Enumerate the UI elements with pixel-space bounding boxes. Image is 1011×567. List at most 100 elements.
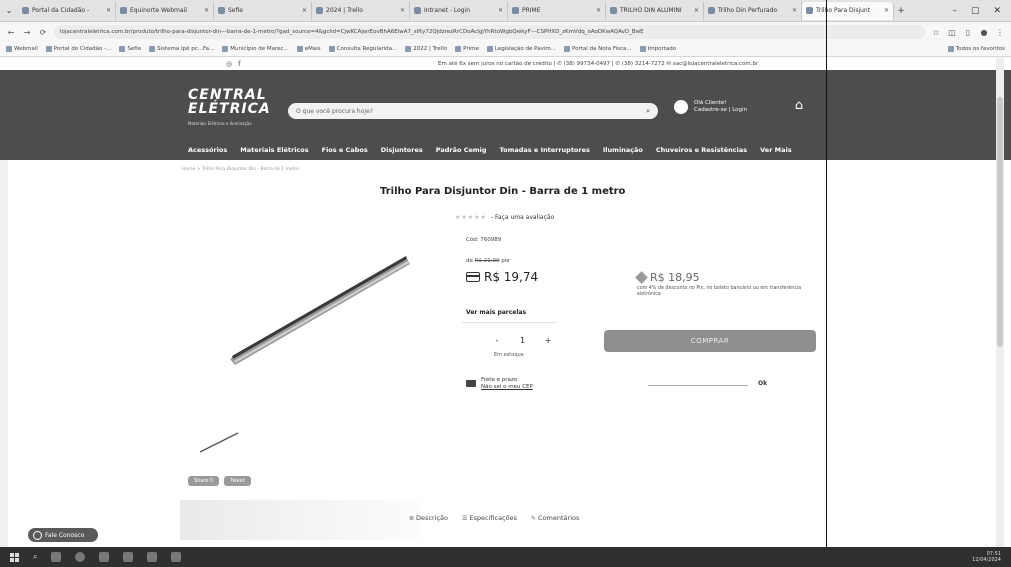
tab-close-icon[interactable]: ✕ [106, 7, 111, 14]
account-links[interactable]: Cadastre-se | Login [694, 107, 747, 114]
all-bookmarks[interactable]: Todos os favoritos [947, 46, 1005, 52]
search-icon[interactable]: ⌕ [646, 107, 650, 116]
quantity-value[interactable]: 1 [520, 336, 525, 345]
tab-close-icon[interactable]: ✕ [498, 7, 503, 14]
page-scrollbar[interactable] [996, 57, 1004, 547]
bookmark-item[interactable]: Legislação de Pavim... [486, 46, 556, 52]
forward-icon[interactable]: → [22, 28, 32, 37]
browser-tab[interactable]: Sefie ✕ [214, 1, 312, 20]
product-thumbnail[interactable] [198, 430, 240, 456]
category-item[interactable]: Iluminação [603, 146, 643, 154]
specifications-icon: ☰ [462, 514, 468, 522]
unknown-cep-link[interactable]: Não sei o meu CEP [481, 384, 533, 391]
facebook-share-button[interactable]: Share 0 [188, 476, 220, 486]
browser-tab[interactable]: Trilho Din Perfurado ✕ [704, 1, 802, 20]
reload-icon[interactable]: ⟳ [38, 28, 48, 37]
more-installments-link[interactable]: Ver mais parcelas [466, 309, 526, 316]
menu-icon[interactable]: ⋮ [995, 28, 1005, 37]
category-item[interactable]: Disjuntores [381, 146, 423, 154]
facebook-icon[interactable]: f [238, 60, 240, 68]
search-input[interactable]: O que você procura hoje? ⌕ [288, 103, 658, 119]
quantity-minus-button[interactable]: - [492, 336, 502, 345]
blurred-banner [180, 500, 420, 540]
account-greeting: Olá Cliente! [694, 100, 727, 106]
app-icon[interactable] [123, 552, 134, 562]
credit-card-icon [466, 272, 480, 282]
tab-close-icon[interactable]: ✕ [792, 7, 797, 14]
task-view-icon[interactable] [51, 552, 62, 562]
search-icon[interactable]: ⌕ [33, 552, 37, 562]
app-icon[interactable] [171, 552, 182, 562]
bookmark-icon [486, 46, 493, 52]
browser-tab[interactable]: PRIME ✕ [508, 1, 606, 20]
tab-close-icon[interactable]: ✕ [884, 7, 889, 14]
back-icon[interactable]: ← [6, 28, 16, 37]
bookmark-item[interactable]: Portal da Nota Fisca... [563, 46, 632, 52]
site-logo[interactable]: CENTRAL ELÉTRICA Materiais Elétricos e I… [188, 88, 271, 131]
category-item[interactable]: Materiais Elétricos [240, 146, 308, 154]
category-item[interactable]: Padrão Cemig [436, 146, 487, 154]
cep-ok-button[interactable]: Ok [758, 380, 767, 387]
buy-button[interactable]: COMPRAR [604, 330, 816, 352]
profile-icon[interactable]: ● [979, 28, 989, 37]
quantity-plus-button[interactable]: + [543, 336, 553, 345]
extensions-icon[interactable]: ◫ [947, 28, 957, 37]
system-clock[interactable]: 07:51 12/04/2024 [972, 551, 1001, 563]
bookmark-item[interactable]: Portal do Cidadão -... [45, 46, 111, 52]
app-icon[interactable] [147, 552, 158, 562]
tab-close-icon[interactable]: ✕ [204, 7, 209, 14]
instagram-icon[interactable]: ◎ [226, 60, 232, 68]
tab-search-icon[interactable]: ⌄ [0, 6, 18, 15]
sidepanel-icon[interactable]: ▯ [963, 28, 973, 37]
close-window-icon[interactable]: ✕ [993, 6, 1001, 16]
tab-favicon-icon [610, 7, 617, 14]
browser-tab[interactable]: TRILHO DIN ALUMÍNI ✕ [606, 1, 704, 20]
divider [462, 322, 557, 323]
browser-tab[interactable]: Portal da Cidadão - ✕ [18, 1, 116, 20]
rating-stars-icon: ★★★★★ [455, 214, 487, 221]
bookmark-item[interactable]: Sistema Ipê pc...Fa... [149, 46, 214, 52]
tab-close-icon[interactable]: ✕ [400, 7, 405, 14]
category-item[interactable]: Ver Mais [760, 146, 792, 154]
browser-tab[interactable]: Intranet - Login ✕ [410, 1, 508, 20]
bookmark-item[interactable]: Consulta Regularida... [328, 46, 397, 52]
browser-tab[interactable]: Equinorte Webmail ✕ [116, 1, 214, 20]
minimize-icon[interactable]: – [952, 6, 957, 16]
file-explorer-icon[interactable] [99, 552, 110, 562]
tab-comments[interactable]: ✎ Comentários [531, 514, 579, 522]
tab-close-icon[interactable]: ✕ [694, 7, 699, 14]
windows-start-icon[interactable] [10, 552, 19, 562]
cep-input[interactable] [648, 385, 748, 386]
browser-tab[interactable]: 2024 | Trello ✕ [312, 1, 410, 20]
maximize-icon[interactable]: ▢ [971, 6, 980, 16]
bookmark-item[interactable]: Sefie [119, 46, 141, 52]
tweet-button[interactable]: Tweet [224, 476, 251, 486]
scrollbar-thumb[interactable] [997, 97, 1003, 347]
bookmark-item[interactable]: Prime [455, 46, 479, 52]
bookmark-item[interactable]: 2022 | Trello [405, 46, 447, 52]
breadcrumb[interactable]: Home > Trilho Para Disjuntor Din - Barra… [182, 167, 299, 172]
bookmark-item[interactable]: eMais [296, 46, 321, 52]
tab-close-icon[interactable]: ✕ [596, 7, 601, 14]
tab-favicon-icon [316, 7, 323, 14]
account-area[interactable]: Olá Cliente! Cadastre-se | Login [674, 100, 747, 114]
new-tab-icon[interactable]: + [894, 6, 908, 16]
tab-close-icon[interactable]: ✕ [302, 7, 307, 14]
chrome-icon[interactable] [75, 552, 86, 562]
product-image[interactable] [230, 255, 410, 365]
bookmark-star-icon[interactable]: ☆ [931, 28, 941, 37]
category-item[interactable]: Fios e Cabos [322, 146, 368, 154]
whatsapp-button[interactable]: Fale Conosco [28, 528, 98, 542]
bookmark-item[interactable]: Município de Marec... [222, 46, 289, 52]
category-item[interactable]: Acessórios [188, 146, 227, 154]
bookmark-item[interactable]: Webmail [6, 46, 38, 52]
browser-tab-active[interactable]: Trilho Para Disjunt ✕ [802, 1, 894, 20]
tab-description[interactable]: ≣ Descrição [409, 514, 448, 522]
cart-icon[interactable]: ⌂ [790, 98, 808, 114]
category-item[interactable]: Tomadas e Interruptores [500, 146, 590, 154]
product-rating[interactable]: ★★★★★ - Faça uma avaliação [455, 214, 554, 221]
bookmark-item[interactable]: Importado [639, 46, 676, 52]
tab-specifications[interactable]: ☰ Especificações [462, 514, 517, 522]
category-item[interactable]: Chuveiros e Resistências [656, 146, 747, 154]
url-input[interactable]: lojacentraleletrica.com.br/produto/trilh… [54, 25, 925, 39]
